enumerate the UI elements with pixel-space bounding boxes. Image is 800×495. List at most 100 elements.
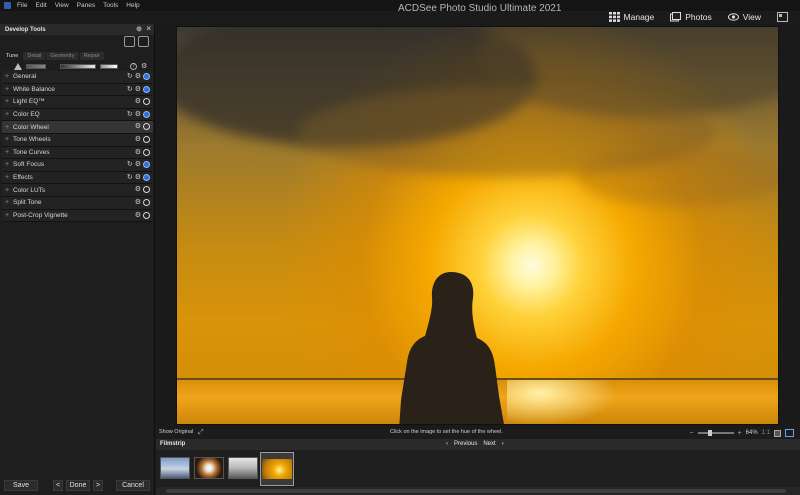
gear-icon[interactable]: ⚙ [135,199,141,206]
mode-manage[interactable]: Manage [608,12,654,22]
scrollbar-thumb[interactable] [166,489,786,493]
mode-develop[interactable] [777,12,788,22]
toggle-on-icon[interactable] [143,110,150,118]
toggle-off-icon[interactable] [143,148,150,156]
filmstrip-thumbnail[interactable] [194,457,224,479]
expand-icon[interactable]: + [3,98,11,105]
menu-panes[interactable]: Panes [77,1,95,10]
zoom-out-icon[interactable]: − [689,430,693,437]
gear-icon[interactable]: ⚙ [135,98,141,105]
menu-tools[interactable]: Tools [103,1,118,10]
tool-color-wheel[interactable]: + Color Wheel ⚙ [2,121,153,134]
close-icon[interactable]: × [146,24,151,33]
expand-icon[interactable]: + [3,161,11,168]
tool-split-tone[interactable]: + Split Tone ⚙ [2,196,153,210]
mode-view[interactable]: View [727,12,761,22]
expand-icon[interactable]: + [3,149,11,156]
next-button[interactable]: Next [483,441,495,447]
expand-icon[interactable]: + [3,212,11,219]
done-button[interactable]: Done [66,480,90,491]
reset-icon[interactable]: ↻ [127,174,133,181]
tool-post-crop-vignette[interactable]: + Post-Crop Vignette ⚙ [2,209,153,223]
zoom-slider-knob[interactable] [707,430,712,436]
reset-icon[interactable]: ↻ [127,73,133,80]
expand-icon[interactable]: + [3,187,11,194]
tool-color-eq[interactable]: + Color EQ ↻ ⚙ [2,108,153,122]
fit-screen-icon[interactable]: ⤢ [198,429,204,437]
mode-photos[interactable]: Photos [670,12,712,22]
expand-icon[interactable]: + [3,73,11,80]
menu-edit[interactable]: Edit [35,1,46,10]
tab-tune[interactable]: Tune [2,52,24,60]
tool-color-luts[interactable]: + Color LUTs ⚙ [2,184,153,197]
zoom-in-icon[interactable]: + [738,430,742,437]
pin-icon[interactable]: ⊕ [136,25,142,33]
filmstrip-tab[interactable]: Filmstrip [160,441,185,447]
zoom-slider[interactable] [697,430,734,436]
shadows-preview-icon[interactable] [60,63,96,69]
expand-icon[interactable]: + [3,199,11,206]
tool-tone-wheels[interactable]: + Tone Wheels ⚙ [2,133,153,147]
toggle-on-icon[interactable] [143,173,150,181]
tool-soft-focus[interactable]: + Soft Focus ↻ ⚙ [2,159,153,172]
chevron-left-icon[interactable]: ‹ [446,441,448,447]
exposure-preview-icon[interactable] [26,63,46,69]
gear-icon[interactable]: ⚙ [135,136,141,143]
gear-icon[interactable]: ⚙ [135,161,141,168]
tool-effects[interactable]: + Effects ↻ ⚙ [2,171,153,185]
highlights-preview-icon[interactable] [100,63,118,69]
toggle-off-icon[interactable] [143,211,150,219]
tool-white-balance[interactable]: + White Balance ↻ ⚙ [2,83,153,97]
toggle-off-icon[interactable] [143,98,150,106]
expand-icon[interactable]: + [3,136,11,143]
expand-icon[interactable]: + [3,86,11,93]
tool-tone-curves[interactable]: + Tone Curves ⚙ [2,146,153,160]
gear-icon[interactable]: ⚙ [135,212,141,219]
history-icon[interactable] [124,36,135,47]
toggle-off-icon[interactable] [143,135,150,143]
tool-light-eq[interactable]: + Light EQ™ ⚙ [2,96,153,109]
chevron-right-icon[interactable]: › [502,441,504,447]
tab-geometry[interactable]: Geometry [46,52,80,60]
tool-general[interactable]: + General ↻ ⚙ [2,71,153,84]
filmstrip-thumbnail[interactable] [160,457,190,479]
gear-icon[interactable]: ⚙ [135,174,141,181]
toggle-on-icon[interactable] [143,85,150,93]
previous-image-button[interactable]: < [53,480,63,491]
toggle-off-icon[interactable] [143,186,150,194]
toggle-off-icon[interactable] [143,198,150,206]
gear-icon[interactable]: ⚙ [135,86,141,93]
next-image-button[interactable]: > [93,480,103,491]
actual-size-button[interactable]: 1:1 [762,430,770,436]
gear-icon[interactable]: ⚙ [135,123,141,130]
reset-icon[interactable]: ↻ [127,86,133,93]
previous-button[interactable]: Previous [454,441,477,447]
expand-icon[interactable]: + [3,111,11,118]
expand-icon[interactable]: + [3,174,11,181]
tab-repair[interactable]: Repair [79,52,105,60]
reset-icon[interactable]: ↻ [127,111,133,118]
filmstrip-scrollbar[interactable] [156,487,800,495]
save-button[interactable]: Save [4,480,38,491]
toggle-off-icon[interactable] [143,123,150,131]
gear-icon[interactable]: ⚙ [135,149,141,156]
sunset-photo[interactable] [176,26,779,425]
filmstrip-thumbnail-selected[interactable] [260,452,294,486]
show-original-button[interactable]: Show Original [159,429,193,435]
expand-icon[interactable]: + [3,124,11,131]
gear-icon[interactable]: ⚙ [135,73,141,80]
toggle-on-icon[interactable] [143,161,150,169]
cancel-button[interactable]: Cancel [116,480,150,491]
reset-icon[interactable]: ↻ [127,161,133,168]
toggle-on-icon[interactable] [143,73,150,80]
fullscreen-icon[interactable] [785,429,794,437]
menu-view[interactable]: View [55,1,69,10]
gear-icon[interactable]: ⚙ [135,186,141,193]
menu-help[interactable]: Help [126,1,139,10]
settings-icon[interactable] [138,36,149,47]
gear-icon[interactable]: ⚙ [135,111,141,118]
warning-icon[interactable] [14,62,22,70]
help-icon[interactable]: ? [130,62,137,70]
tab-detail[interactable]: Detail [23,52,47,60]
options-icon[interactable]: ⚙ [141,63,147,70]
